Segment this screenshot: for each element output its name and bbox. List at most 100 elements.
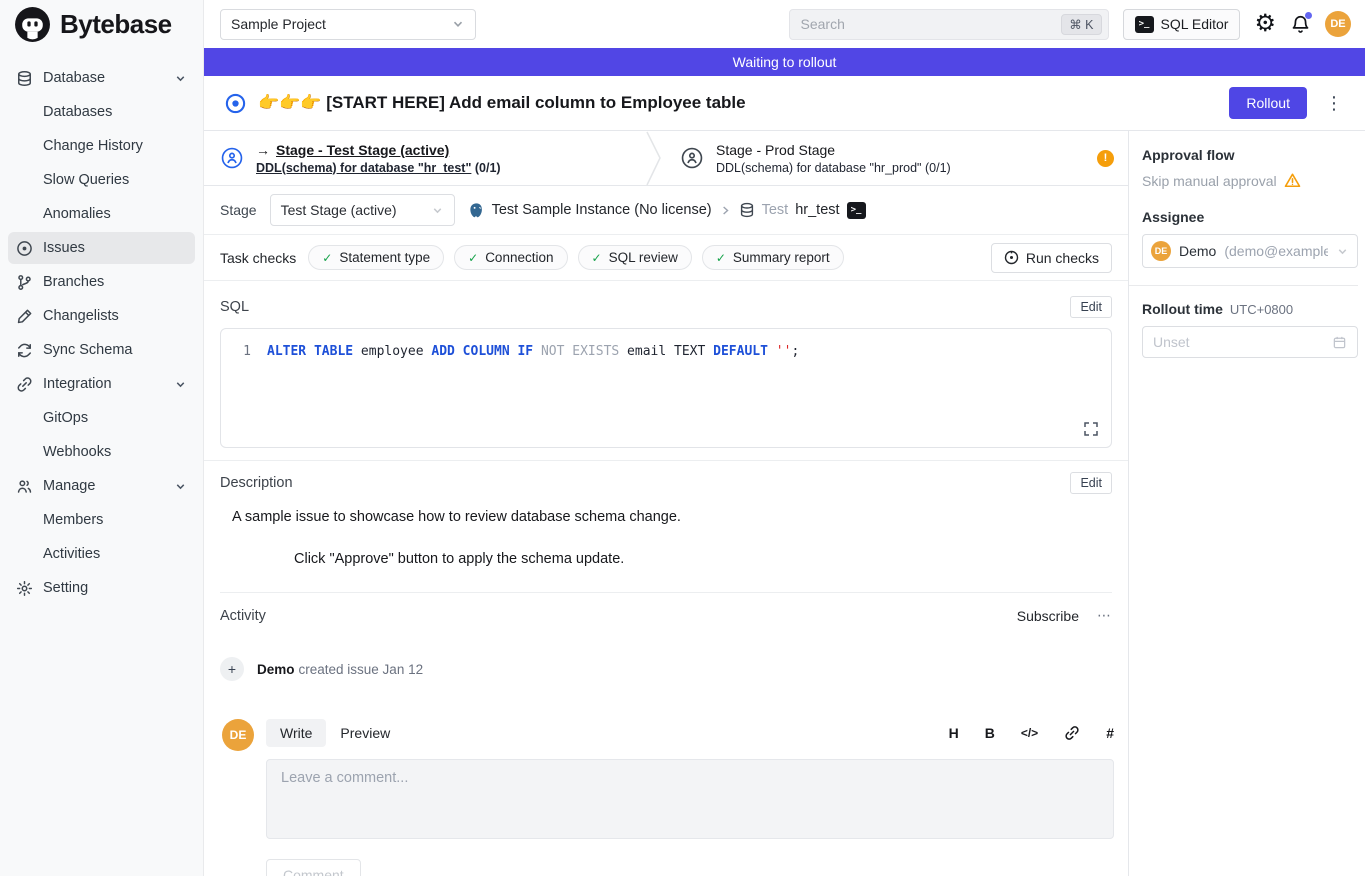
activity-item: + Democreated issue Jan 12 bbox=[220, 657, 1112, 681]
line-number: 1 bbox=[221, 343, 251, 361]
sidebar-item-databases[interactable]: Databases bbox=[8, 96, 195, 128]
sql-token-keyword: ALTER TABLE bbox=[267, 344, 353, 359]
sql-token-plain: employee bbox=[353, 344, 431, 359]
sidebar-item-label: Slow Queries bbox=[43, 172, 129, 188]
sidebar-item-label: Changelists bbox=[43, 308, 119, 324]
rollout-button[interactable]: Rollout bbox=[1229, 87, 1307, 119]
hash-button[interactable]: # bbox=[1106, 725, 1114, 741]
assignee-avatar: DE bbox=[1151, 241, 1171, 261]
heading-button[interactable]: H bbox=[949, 725, 959, 741]
sidebar-item-webhooks[interactable]: Webhooks bbox=[8, 436, 195, 468]
tab-preview[interactable]: Preview bbox=[326, 719, 404, 747]
chevron-down-icon bbox=[451, 17, 465, 31]
chevron-down-icon bbox=[431, 204, 444, 217]
stage-title[interactable]: Stage - Test Stage (active) bbox=[276, 142, 449, 158]
description-section-title: Description bbox=[220, 475, 293, 491]
run-checks-label: Run checks bbox=[1026, 250, 1099, 266]
stage-task-link[interactable]: DDL(schema) for database "hr_prod" bbox=[716, 161, 922, 175]
editor-tabs: Write Preview H B </> # bbox=[266, 719, 1114, 747]
sql-token-string: '' bbox=[776, 344, 792, 359]
main-area: Sample Project Search ⌘ K >_ SQL Editor … bbox=[204, 0, 1365, 876]
expand-fullscreen-icon[interactable] bbox=[1083, 421, 1099, 437]
search-input[interactable]: Search ⌘ K bbox=[789, 9, 1109, 40]
link-button[interactable] bbox=[1064, 725, 1080, 741]
sidebar-item-label: Change History bbox=[43, 138, 143, 154]
stage-select[interactable]: Test Stage (active) bbox=[270, 194, 455, 226]
rollout-time-label: Rollout time bbox=[1142, 301, 1223, 317]
more-options-icon[interactable]: ⋯ bbox=[1097, 607, 1112, 624]
task-checks-row: Task checks ✓Statement type✓Connection✓S… bbox=[204, 235, 1128, 281]
project-select[interactable]: Sample Project bbox=[220, 9, 476, 40]
activity-author[interactable]: Demo bbox=[257, 662, 295, 677]
check-pill-statement-type[interactable]: ✓Statement type bbox=[308, 245, 444, 270]
sidebar-item-label: Integration bbox=[43, 376, 112, 392]
sidebar-item-integration[interactable]: Integration bbox=[8, 368, 195, 400]
sidebar-item-issues[interactable]: Issues bbox=[8, 232, 195, 264]
sidebar-item-slow-queries[interactable]: Slow Queries bbox=[8, 164, 195, 196]
sidebar-item-label: Anomalies bbox=[43, 206, 111, 222]
approval-flow-label: Approval flow bbox=[1142, 147, 1358, 163]
rollout-time-timezone: UTC+0800 bbox=[1230, 302, 1293, 317]
run-checks-button[interactable]: Run checks bbox=[991, 243, 1112, 273]
rollout-time-input[interactable]: Unset bbox=[1142, 326, 1358, 358]
arrow-right-icon: → bbox=[256, 142, 270, 158]
sidebar-item-manage[interactable]: Manage bbox=[8, 470, 195, 502]
app-root: Bytebase DatabaseDatabases Change History… bbox=[0, 0, 1365, 876]
check-icon: ✓ bbox=[468, 251, 478, 265]
issue-detail-column: → Stage - Test Stage (active) DDL(schema… bbox=[204, 131, 1128, 876]
sidebar-item-branches[interactable]: Branches bbox=[8, 266, 195, 298]
settings-gear-icon[interactable]: ⚙ bbox=[1254, 12, 1276, 36]
comment-user-avatar: DE bbox=[222, 719, 254, 751]
check-pill-connection[interactable]: ✓Connection bbox=[454, 245, 567, 270]
comment-input[interactable] bbox=[266, 759, 1114, 839]
app-logo[interactable]: Bytebase bbox=[0, 0, 203, 48]
sql-code-editor[interactable]: 1 ALTER TABLE employee ADD COLUMN IF NOT… bbox=[220, 328, 1112, 448]
issue-header: 👉👉👉 [START HERE] Add email column to Emp… bbox=[204, 76, 1365, 131]
issue-title: 👉👉👉 [START HERE] Add email column to Emp… bbox=[258, 93, 1217, 113]
bold-button[interactable]: B bbox=[985, 725, 995, 741]
sql-edit-button[interactable]: Edit bbox=[1070, 296, 1112, 318]
assignee-label: Assignee bbox=[1142, 209, 1358, 225]
sidebar-item-setting[interactable]: Setting bbox=[8, 572, 195, 604]
user-avatar[interactable]: DE bbox=[1325, 11, 1351, 37]
stage-strip: → Stage - Test Stage (active) DDL(schema… bbox=[204, 131, 1128, 186]
environment-name: Test bbox=[762, 202, 789, 218]
notifications-bell-icon[interactable] bbox=[1290, 14, 1311, 35]
instance-name[interactable]: Test Sample Instance (No license) bbox=[492, 202, 712, 218]
sidebar-item-activities[interactable]: Activities bbox=[8, 538, 195, 570]
check-pill-sql-review[interactable]: ✓SQL review bbox=[578, 245, 692, 270]
database-name[interactable]: hr_test bbox=[795, 202, 839, 218]
task-person-icon bbox=[221, 147, 243, 169]
sidebar-item-sync-schema[interactable]: Sync Schema bbox=[8, 334, 195, 366]
stage-card-prod[interactable]: Stage - Prod Stage DDL(schema) for datab… bbox=[664, 131, 969, 185]
approval-flow-value: Skip manual approval bbox=[1142, 173, 1277, 189]
sql-editor-button[interactable]: >_ SQL Editor bbox=[1123, 9, 1241, 40]
kebab-menu-icon[interactable]: ⋮ bbox=[1319, 93, 1349, 114]
description-edit-button[interactable]: Edit bbox=[1070, 472, 1112, 494]
sidebar-item-database[interactable]: Database bbox=[8, 62, 195, 94]
sidebar-item-label: Setting bbox=[43, 580, 88, 596]
assignee-select[interactable]: DE Demo (demo@example bbox=[1142, 234, 1358, 268]
check-pill-summary-report[interactable]: ✓Summary report bbox=[702, 245, 844, 270]
subscribe-button[interactable]: Subscribe bbox=[1017, 608, 1079, 624]
sidebar-item-changelists[interactable]: Changelists bbox=[8, 300, 195, 332]
sidebar-item-change-history[interactable]: Change History bbox=[8, 130, 195, 162]
sidebar-nav: DatabaseDatabases Change History Slow Quer… bbox=[0, 48, 203, 620]
stage-title[interactable]: Stage - Prod Stage bbox=[716, 142, 835, 158]
rollout-time-placeholder: Unset bbox=[1153, 334, 1190, 350]
tab-write[interactable]: Write bbox=[266, 719, 326, 747]
sidebar-item-label: Branches bbox=[43, 274, 104, 290]
assignee-email: (demo@example bbox=[1224, 243, 1328, 259]
sidebar-item-members[interactable]: Members bbox=[8, 504, 195, 536]
comment-submit-button[interactable]: Comment bbox=[266, 859, 361, 876]
open-in-sql-editor-icon[interactable]: >_ bbox=[847, 202, 866, 219]
sidebar-item-label: Members bbox=[43, 512, 103, 528]
stage-card-test[interactable]: → Stage - Test Stage (active) DDL(schema… bbox=[204, 131, 644, 185]
check-pills: ✓Statement type ✓Connection ✓SQL review ✓Su… bbox=[308, 245, 843, 270]
code-button[interactable]: </> bbox=[1021, 726, 1038, 740]
task-person-icon bbox=[681, 147, 703, 169]
stage-task-link[interactable]: DDL(schema) for database "hr_test" bbox=[256, 161, 471, 175]
sidebar-item-gitops[interactable]: GitOps bbox=[8, 402, 195, 434]
sidebar-item-anomalies[interactable]: Anomalies bbox=[8, 198, 195, 230]
postgres-icon bbox=[468, 202, 485, 219]
